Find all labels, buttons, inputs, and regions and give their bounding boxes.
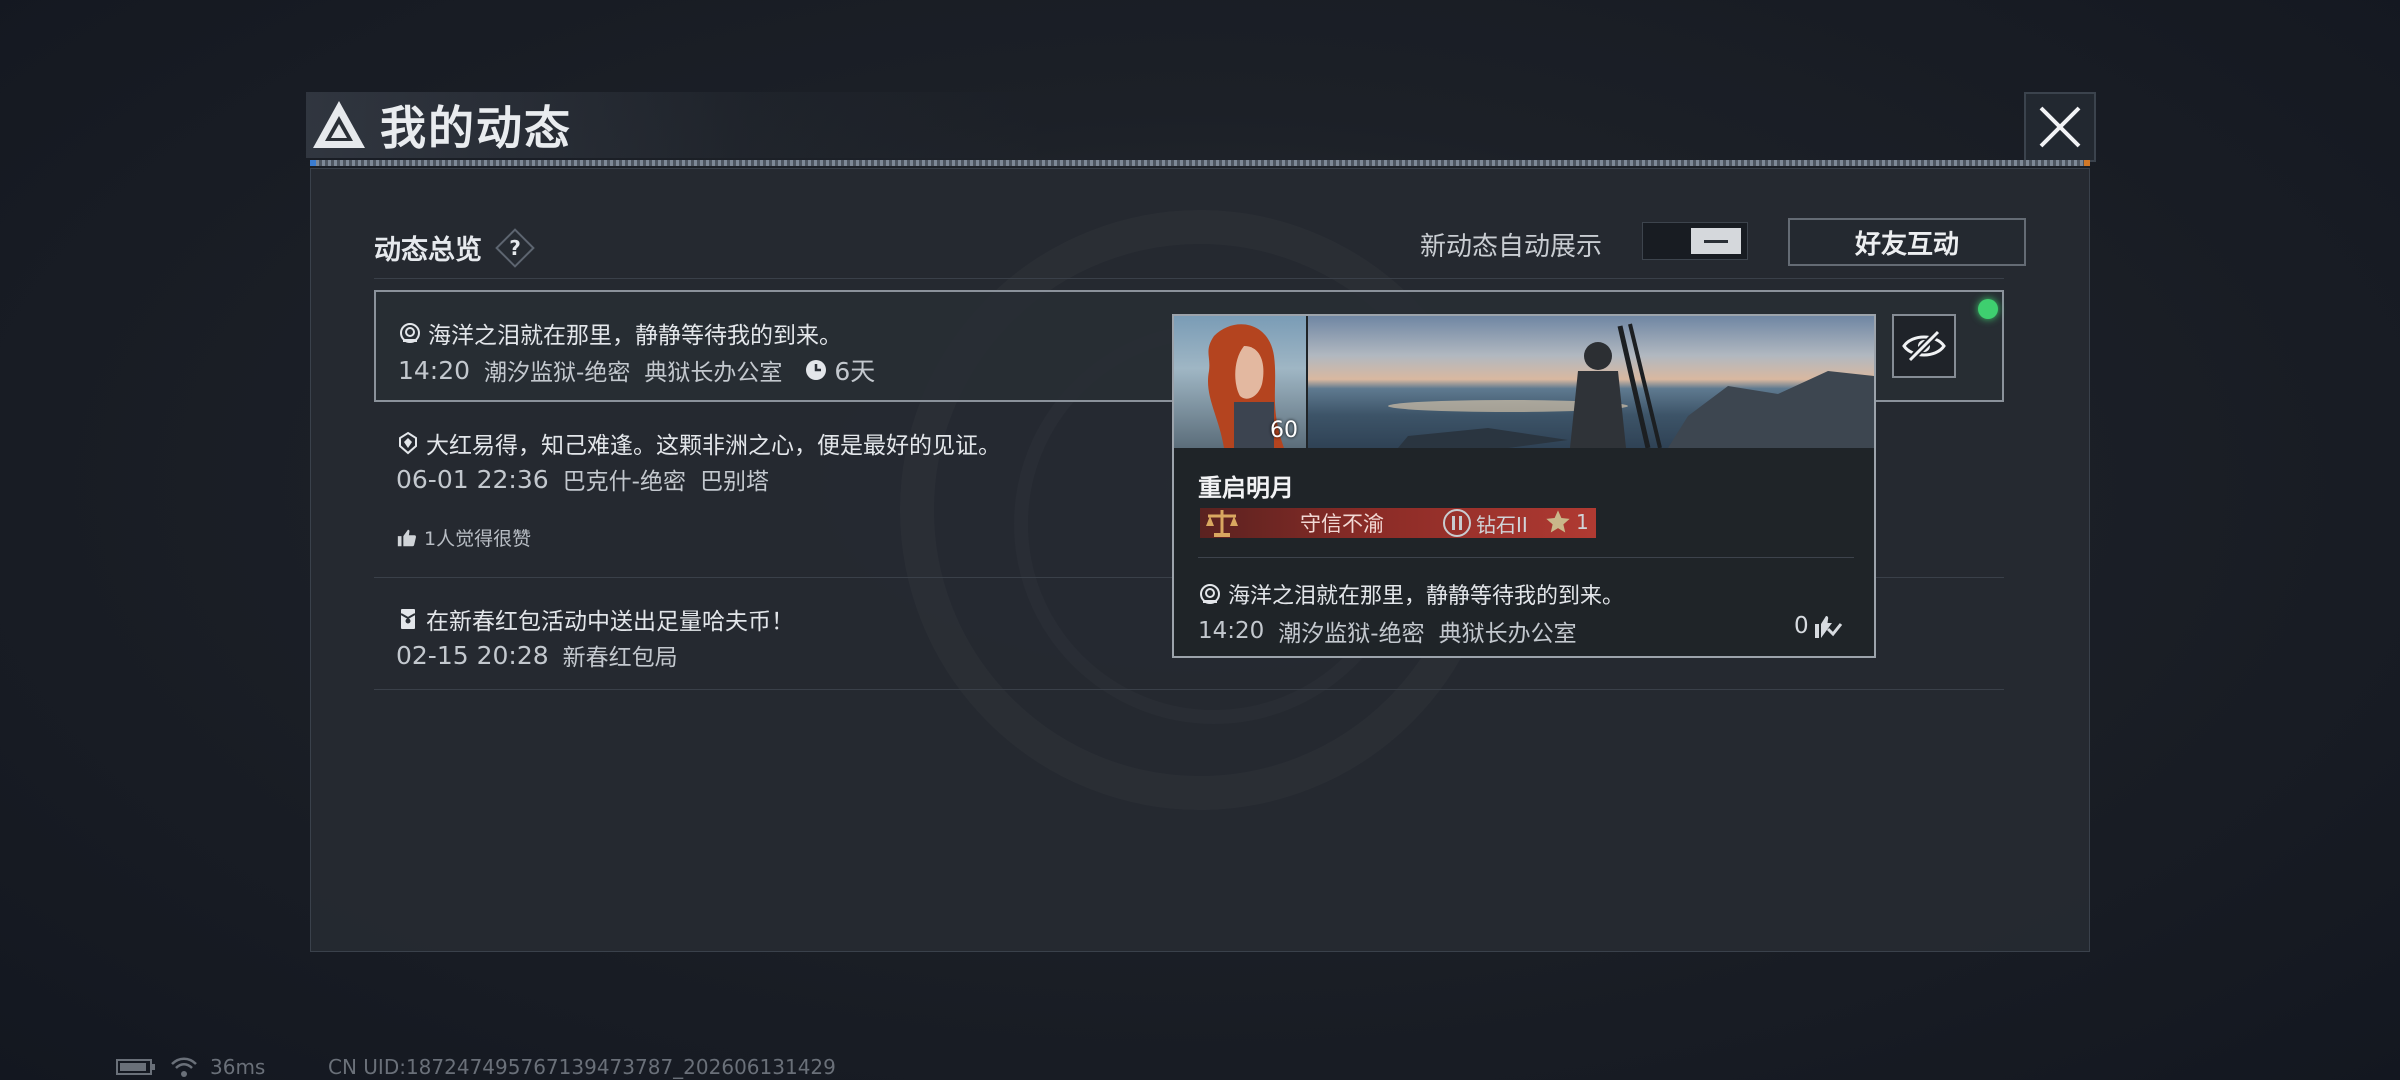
toggle-knob	[1691, 228, 1741, 254]
feed-time: 14:20	[398, 355, 471, 385]
close-icon	[2039, 106, 2081, 148]
battery-icon	[116, 1059, 155, 1075]
rank-display: 钻石II	[1442, 508, 1528, 538]
card-text: 海洋之泪就在那里，静静等待我的到来。	[1228, 584, 1625, 609]
header-divider	[374, 278, 2004, 279]
diving-helmet-icon	[1200, 584, 1220, 604]
window-title-bar: 我的动态	[306, 92, 1046, 158]
red-envelope-icon	[400, 609, 416, 629]
feed-meta-row: 06-01 22:36 巴克什-绝密 巴别塔	[396, 462, 783, 496]
feed-time: 06-01 22:36	[396, 464, 549, 494]
feed-likes-text: 1人觉得很赞	[424, 528, 532, 550]
honor-badge-text: 守信不渝	[1300, 512, 1384, 536]
uid-text: CN UID:187247495767139473787_20260613142…	[328, 1055, 836, 1079]
avatar-level: 60	[1270, 418, 1298, 443]
card-like-button[interactable]: 0	[1794, 612, 1843, 640]
feed-map: 潮汐监狱-绝密	[484, 360, 631, 386]
feed-text-row: 海洋之泪就在那里，静静等待我的到来。	[398, 316, 842, 350]
clock-icon	[806, 360, 827, 380]
auto-show-toggle[interactable]	[1642, 222, 1748, 260]
hide-post-button[interactable]	[1892, 314, 1956, 378]
feed-meta-row: 02-15 20:28 新春红包局	[396, 638, 692, 672]
feed-map: 巴克什-绝密	[562, 469, 686, 495]
auto-show-label: 新动态自动展示	[1420, 232, 1603, 262]
online-status-dot	[1978, 299, 1998, 319]
banner-scene-icon	[1388, 323, 1874, 448]
feed-text: 海洋之泪就在那里，静静等待我的到来。	[428, 323, 842, 349]
banner-image	[1308, 316, 1874, 448]
section-title: 动态总览	[374, 235, 482, 266]
feed-text: 在新春红包活动中送出足量哈夫币！	[426, 609, 794, 635]
feed-location: 巴别塔	[699, 469, 769, 495]
section-header: 动态总览 ?	[374, 228, 532, 267]
close-button[interactable]	[2024, 92, 2096, 162]
scales-emblem-icon	[1206, 510, 1238, 537]
card-meta-row: 14:20 潮汐监狱-绝密 典狱长办公室	[1198, 614, 1591, 648]
help-icon[interactable]: ?	[498, 231, 532, 265]
honor-badge: 守信不渝	[1200, 508, 1596, 538]
feed-duration: 6天	[834, 357, 876, 386]
diving-helmet-icon	[400, 323, 420, 343]
card-text-row: 海洋之泪就在那里，静静等待我的到来。	[1198, 578, 1624, 610]
feed-meta-row: 14:20 潮汐监狱-绝密 典狱长办公室 6天	[398, 352, 889, 388]
feed-time: 02-15 20:28	[396, 640, 549, 670]
feed-divider	[374, 689, 2004, 690]
eye-slash-icon	[1902, 329, 1946, 363]
player-card-popup: 60 重启明月 守信不渝 钻石II 1 海洋之泪就在那里，静静等待我的到来。 1…	[1172, 314, 1876, 658]
window-title: 我的动态	[380, 101, 572, 155]
card-map: 潮汐监狱-绝密	[1278, 621, 1425, 647]
star-count: 1	[1576, 510, 1589, 534]
player-name: 重启明月	[1198, 474, 1294, 502]
feed-text-row: 在新春红包活动中送出足量哈夫币！	[396, 602, 794, 636]
friend-interaction-button[interactable]: 好友互动	[1788, 218, 2026, 266]
gem-icon	[399, 431, 417, 455]
like-check-icon	[1814, 616, 1842, 638]
status-bar: 36ms	[116, 1055, 265, 1079]
star-icon	[1546, 510, 1570, 533]
feed-text: 大红易得，知己难逢。这颗非洲之心，便是最好的见证。	[426, 433, 1001, 459]
rank-text: 钻石II	[1476, 512, 1528, 537]
star-display: 1	[1544, 508, 1589, 536]
card-divider	[1198, 557, 1854, 558]
ping-text: 36ms	[210, 1055, 266, 1079]
feed-text-row: 大红易得，知己难逢。这颗非洲之心，便是最好的见证。	[396, 426, 1001, 460]
card-location: 典狱长办公室	[1438, 621, 1577, 647]
thumbs-up-icon	[397, 529, 416, 546]
card-like-count: 0	[1794, 613, 1809, 639]
feed-location: 典狱长办公室	[644, 360, 783, 386]
triangle-logo-icon	[313, 101, 365, 148]
feed-map: 新春红包局	[562, 645, 678, 671]
feed-likes[interactable]: 1人觉得很赞	[396, 524, 531, 551]
wifi-icon	[171, 1057, 197, 1077]
card-time: 14:20	[1198, 618, 1265, 644]
diamond-rank-icon	[1443, 509, 1471, 537]
header-stripe	[310, 160, 2090, 166]
